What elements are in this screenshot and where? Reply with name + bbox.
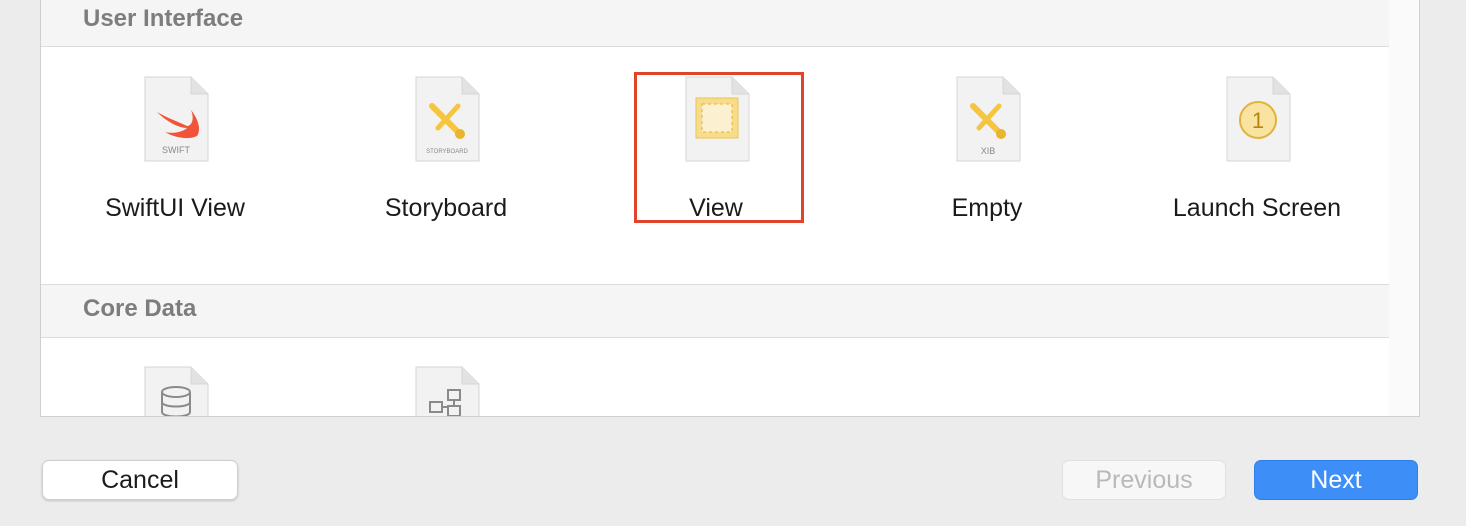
data-model-file-icon [144, 366, 209, 416]
launch-screen-file-icon: 1 [1226, 76, 1291, 162]
swift-file-icon: SWIFT [144, 76, 209, 162]
previous-button[interactable]: Previous [1062, 460, 1226, 500]
template-swiftui-view[interactable]: SWIFT SwiftUI View [55, 76, 295, 256]
cancel-button[interactable]: Cancel [42, 460, 238, 500]
file-type-badge: SWIFT [162, 145, 190, 155]
file-type-badge: STORYBOARD [426, 149, 468, 155]
file-type-badge: 1 [1252, 108, 1264, 133]
mapping-model-file-icon [415, 366, 480, 416]
section-header-core-data: Core Data [41, 284, 1389, 338]
next-button[interactable]: Next [1254, 460, 1418, 500]
template-storyboard[interactable]: STORYBOARD Storyboard [326, 76, 566, 256]
storyboard-file-icon: STORYBOARD [415, 76, 480, 162]
template-label: Storyboard [384, 194, 508, 222]
selection-highlight [634, 72, 804, 223]
xib-file-icon: XIB [956, 76, 1021, 162]
vertical-scrollbar[interactable] [1389, 0, 1420, 417]
template-label: SwiftUI View [105, 194, 245, 222]
template-empty[interactable]: XIB Empty [867, 76, 1107, 256]
template-label: Empty [951, 194, 1023, 222]
section-title: User Interface [83, 5, 244, 32]
file-type-badge: XIB [981, 146, 996, 156]
section-title: Core Data [83, 295, 197, 322]
section-header-user-interface: User Interface [41, 0, 1389, 47]
template-mapping-model[interactable] [326, 366, 566, 416]
template-launch-screen[interactable]: 1 Launch Screen [1137, 76, 1377, 256]
template-data-model[interactable] [55, 366, 295, 416]
template-label: Launch Screen [1172, 194, 1342, 222]
